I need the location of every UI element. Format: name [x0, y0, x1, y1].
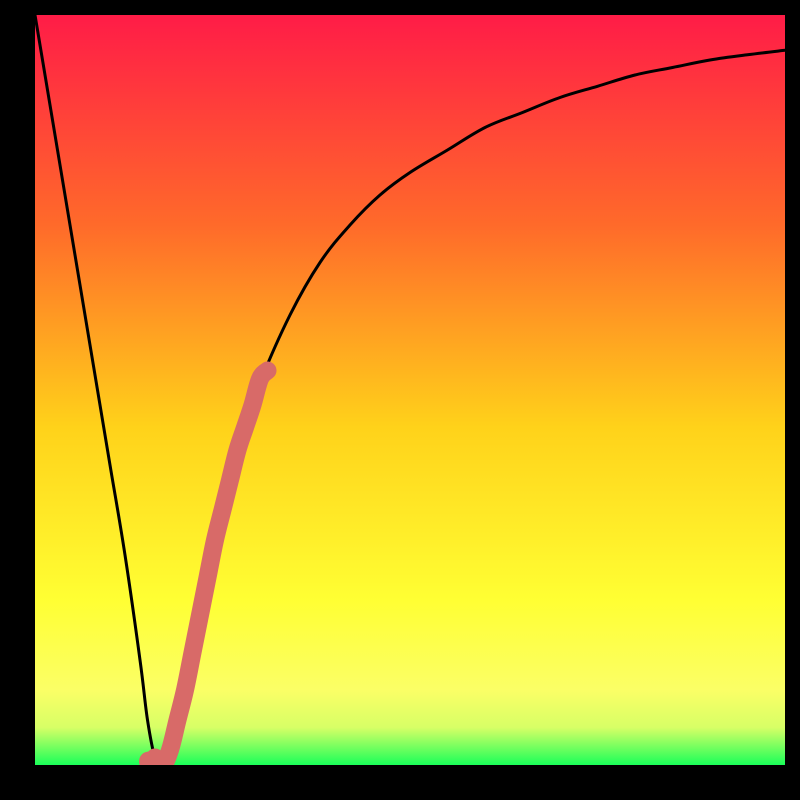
bottleneck-chart: [35, 15, 785, 765]
gradient-background: [35, 15, 785, 765]
chart-frame: TheBottleneck.com: [35, 15, 785, 765]
